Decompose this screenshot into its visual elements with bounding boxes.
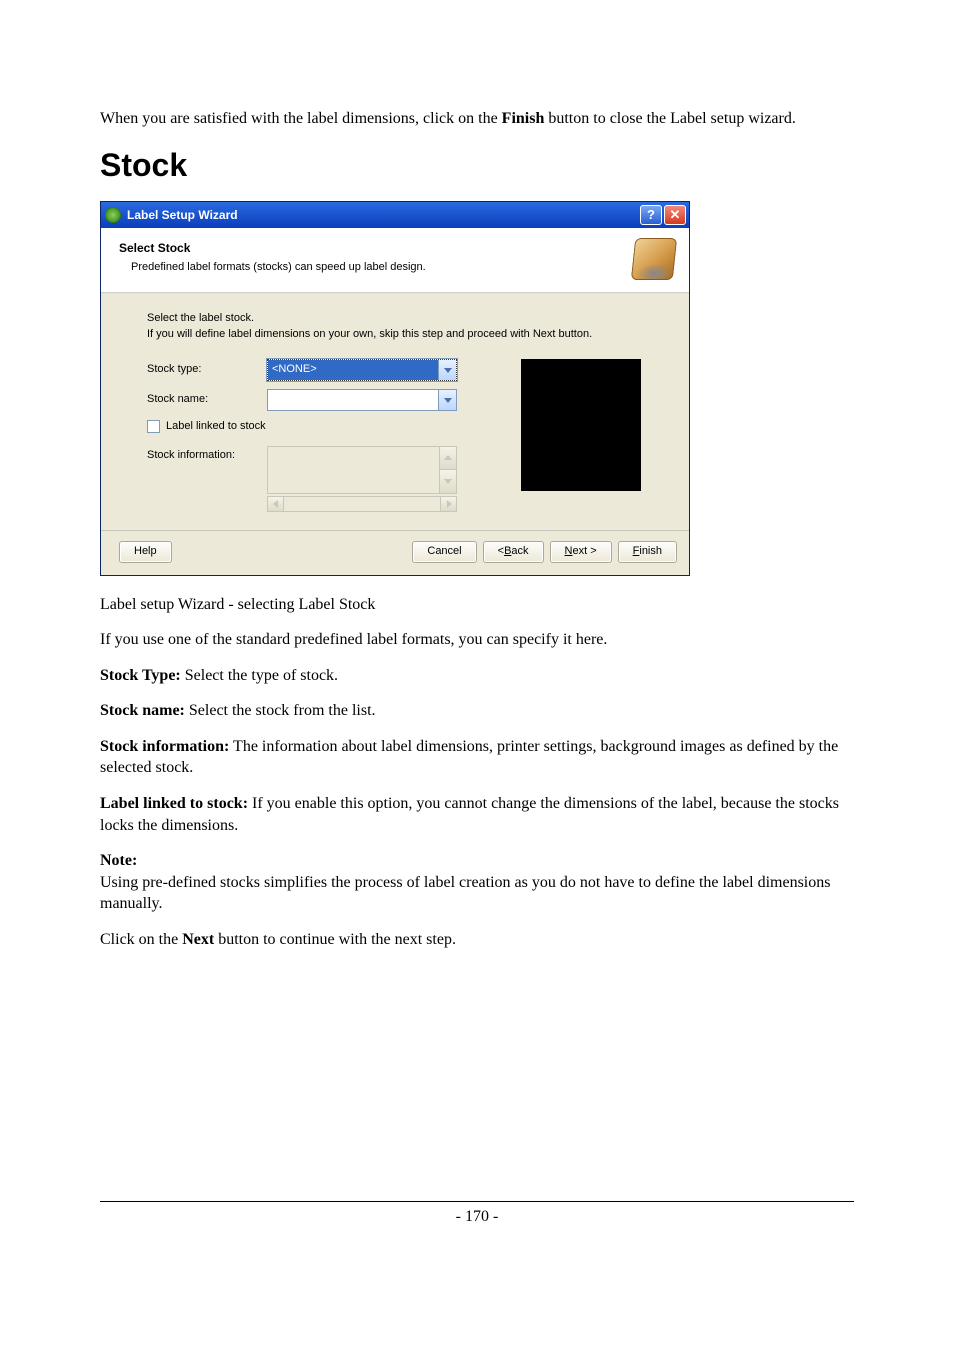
dropdown-icon[interactable] <box>438 390 456 410</box>
back-rest: ack <box>511 544 528 559</box>
scrollbar-track[interactable] <box>284 496 440 512</box>
label-icon <box>631 238 677 280</box>
back-button[interactable]: < Back <box>483 541 544 563</box>
closing-post: button to continue with the next step. <box>214 931 456 948</box>
finish-rest: inish <box>639 544 662 559</box>
closing-bold: Next <box>182 931 214 948</box>
close-button[interactable]: ✕ <box>664 205 686 225</box>
stock-type-term: Stock Type: <box>100 667 181 684</box>
wizard-footer: Help Cancel < Back Next > Finish <box>101 530 689 575</box>
stock-name-value <box>268 390 438 410</box>
finish-u: F <box>633 544 640 559</box>
next-button[interactable]: Next > <box>550 541 612 563</box>
stock-name-combo[interactable] <box>267 389 457 411</box>
para-stock-name: Stock name: Select the stock from the li… <box>100 700 854 722</box>
dropdown-icon[interactable] <box>438 360 456 380</box>
wizard-step-subtitle: Predefined label formats (stocks) can sp… <box>131 260 623 275</box>
scroll-left-icon[interactable] <box>267 496 284 512</box>
para-predefined: If you use one of the standard predefine… <box>100 629 854 651</box>
back-u: B <box>504 544 511 559</box>
footer-rule <box>100 1201 854 1202</box>
next-u: N <box>565 544 573 559</box>
checkbox-box[interactable] <box>147 420 160 433</box>
horizontal-scrollbar[interactable] <box>267 496 457 512</box>
note-label: Note: <box>100 852 137 869</box>
stock-info-textarea <box>267 446 457 494</box>
closing-pre: Click on the <box>100 931 182 948</box>
scroll-up-icon[interactable] <box>440 447 456 471</box>
label-linked-term: Label linked to stock: <box>100 795 248 812</box>
stock-type-def: Select the type of stock. <box>181 667 338 684</box>
help-button[interactable]: Help <box>119 541 172 563</box>
intro-paragraph: When you are satisfied with the label di… <box>100 108 854 130</box>
para-note: Note: Using pre-defined stocks simplifie… <box>100 850 854 915</box>
stock-name-def: Select the stock from the list. <box>185 702 376 719</box>
vertical-scrollbar[interactable] <box>439 447 456 493</box>
stock-info-label: Stock information: <box>147 446 267 512</box>
stock-preview <box>521 359 641 491</box>
next-rest: ext > <box>572 544 596 559</box>
stock-type-label: Stock type: <box>147 362 267 377</box>
page-number: - 170 - <box>100 1208 854 1226</box>
app-icon <box>105 207 121 223</box>
intro-pre: When you are satisfied with the label di… <box>100 110 502 127</box>
label-linked-checkbox[interactable]: Label linked to stock <box>147 419 467 434</box>
cancel-button[interactable]: Cancel <box>412 541 476 563</box>
section-heading: Stock <box>100 144 854 187</box>
para-label-linked: Label linked to stock: If you enable thi… <box>100 793 854 836</box>
window-title: Label Setup Wizard <box>127 207 638 223</box>
para-closing: Click on the Next button to continue wit… <box>100 929 854 951</box>
stock-name-label: Stock name: <box>147 392 267 407</box>
stock-info-term: Stock information: <box>100 738 229 755</box>
instr-line2: If you will define label dimensions on y… <box>147 327 667 343</box>
instr-line1: Select the label stock. <box>147 311 667 327</box>
intro-post: button to close the Label setup wizard. <box>544 110 795 127</box>
label-linked-text: Label linked to stock <box>166 419 266 434</box>
scroll-right-icon[interactable] <box>440 496 457 512</box>
note-text: Using pre-defined stocks simplifies the … <box>100 874 830 913</box>
intro-bold: Finish <box>502 110 545 127</box>
scroll-down-icon[interactable] <box>440 470 456 493</box>
stock-name-term: Stock name: <box>100 702 185 719</box>
para-stock-info: Stock information: The information about… <box>100 736 854 779</box>
para-stock-type: Stock Type: Select the type of stock. <box>100 665 854 687</box>
stock-type-combo[interactable]: <NONE> <box>267 359 457 381</box>
finish-button[interactable]: Finish <box>618 541 677 563</box>
wizard-header: Select Stock Predefined label formats (s… <box>101 228 689 293</box>
titlebar: Label Setup Wizard ? ✕ <box>101 202 689 228</box>
label-setup-wizard-dialog: Label Setup Wizard ? ✕ Select Stock Pred… <box>100 201 690 576</box>
instructions: Select the label stock. If you will defi… <box>147 311 667 343</box>
help-button[interactable]: ? <box>640 205 662 225</box>
wizard-step-title: Select Stock <box>119 240 623 256</box>
stock-type-value: <NONE> <box>268 360 438 380</box>
figure-caption: Label setup Wizard - selecting Label Sto… <box>100 594 854 616</box>
